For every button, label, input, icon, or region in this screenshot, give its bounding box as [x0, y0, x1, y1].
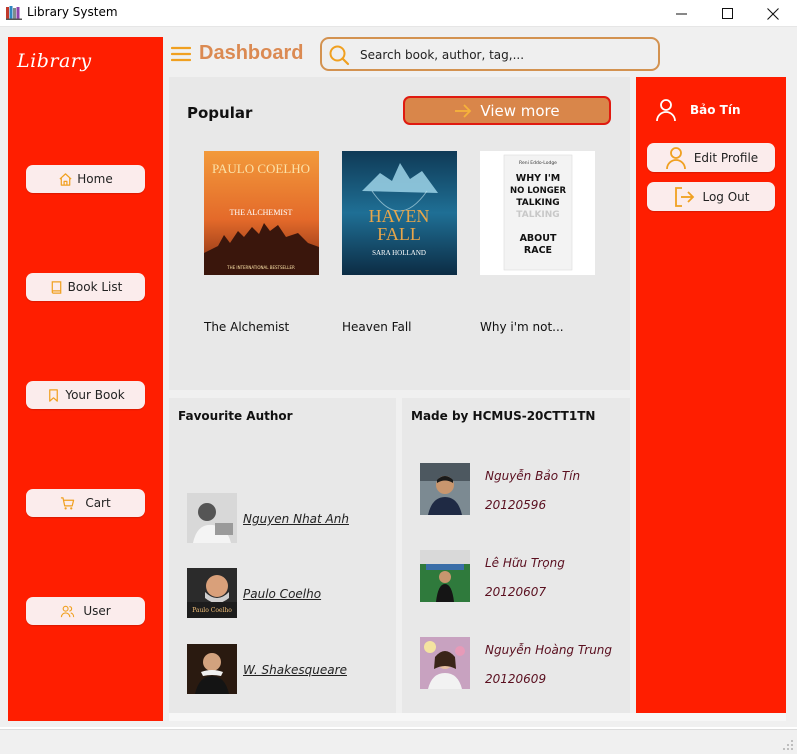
author-photo	[187, 644, 237, 694]
book-cover-image: PAULO COELHO THE ALCHEMIST THE INTERNATI…	[204, 151, 319, 275]
bottom-strip	[169, 713, 786, 721]
cover-line-4: ABOUT	[520, 233, 557, 244]
cover-author: Reni Eddo-Lodge	[519, 160, 557, 166]
member-photo	[420, 463, 470, 515]
user-panel: Bảo Tín Edit Profile Log Out	[636, 77, 786, 713]
book-cover-heaven-fall[interactable]: HAVEN FALL SARA HOLLAND	[342, 151, 457, 275]
favourite-author-heading: Favourite Author	[178, 409, 293, 423]
member-photo	[420, 637, 470, 689]
hamburger-menu-icon[interactable]	[171, 45, 191, 63]
user-icon	[656, 99, 676, 122]
arrow-right-icon	[455, 103, 472, 118]
author-link-nguyen-nhat-anh[interactable]: Nguyen Nhat Anh	[243, 512, 349, 526]
maximize-icon	[721, 8, 733, 19]
page-title: Dashboard	[199, 42, 304, 64]
book-title-heaven-fall[interactable]: Heaven Fall	[342, 320, 412, 334]
nav-cart-button[interactable]: Cart	[26, 489, 145, 517]
nav-your-book-label: Your Book	[65, 388, 125, 402]
book-title-why-im-not[interactable]: Why i'm not...	[480, 320, 564, 334]
author-photo: Paulo Coelho	[187, 568, 237, 618]
book-title-the-alchemist[interactable]: The Alchemist	[204, 320, 289, 334]
member-photo	[420, 550, 470, 602]
cover-title: THE ALCHEMIST	[230, 208, 293, 217]
bookmark-icon	[49, 388, 59, 402]
cover-title-1: HAVEN	[369, 206, 430, 226]
edit-profile-label: Edit Profile	[693, 150, 759, 165]
member-id: 20120609	[485, 672, 547, 686]
svg-text:Paulo Coelho: Paulo Coelho	[192, 607, 232, 614]
member-id: 20120596	[485, 498, 547, 512]
search-icon	[329, 45, 350, 66]
nav-user-button[interactable]: User	[26, 597, 145, 625]
member-name: Lê Hữu Trọng	[485, 556, 565, 570]
member-id: 20120607	[485, 585, 547, 599]
search-input[interactable]	[360, 45, 650, 65]
author-link-paulo-coelho[interactable]: Paulo Coelho	[243, 587, 321, 601]
nav-home-button[interactable]: Home	[26, 165, 145, 193]
author-link-w-shakesqueare[interactable]: W. Shakesqueare	[243, 663, 347, 677]
close-button[interactable]	[750, 0, 796, 27]
maximize-button[interactable]	[704, 0, 750, 27]
log-out-label: Log Out	[702, 189, 750, 204]
book-icon	[51, 280, 61, 294]
user-name: Bảo Tín	[690, 103, 741, 117]
logo-text: Library	[17, 50, 92, 72]
popular-panel: Popular View more PAULO COELHO THE ALCHE…	[169, 77, 630, 390]
nav-cart-label: Cart	[85, 496, 111, 510]
cover-line-2: NO LONGER	[510, 186, 567, 196]
view-more-label: View more	[480, 101, 560, 120]
nav-user-label: User	[83, 604, 111, 618]
resize-grip-icon[interactable]	[782, 739, 794, 751]
users-icon	[61, 605, 75, 617]
cover-line-1: WHY I'M	[516, 173, 561, 184]
nav-book-list-label: Book List	[67, 280, 123, 294]
author-photo	[187, 493, 237, 543]
view-more-button[interactable]: View more	[403, 96, 611, 125]
close-icon	[767, 7, 779, 20]
status-bar	[0, 729, 797, 754]
logout-icon	[675, 186, 695, 207]
book-cover-the-alchemist[interactable]: PAULO COELHO THE ALCHEMIST THE INTERNATI…	[204, 151, 319, 275]
cover-title-2: FALL	[377, 224, 421, 244]
book-cover-image: HAVEN FALL SARA HOLLAND	[342, 151, 457, 275]
sidebar: Library Home Book List Your Book Cart Us…	[8, 37, 163, 721]
favourite-author-panel: Favourite Author Nguyen Nhat Anh Paulo C…	[169, 398, 396, 713]
nav-book-list-button[interactable]: Book List	[26, 273, 145, 301]
nav-your-book-button[interactable]: Your Book	[26, 381, 145, 409]
title-bar: Library System	[0, 0, 797, 27]
cover-note: THE INTERNATIONAL BESTSELLER	[226, 265, 295, 270]
search-box[interactable]	[320, 37, 660, 71]
member-name: Nguyễn Bảo Tín	[485, 469, 581, 483]
made-by-heading: Made by HCMUS-20CTT1TN	[411, 409, 596, 423]
cover-author: SARA HOLLAND	[372, 249, 426, 257]
minimize-icon	[675, 13, 687, 15]
cover-line-5: RACE	[524, 245, 552, 256]
log-out-button[interactable]: Log Out	[647, 182, 775, 211]
nav-home-label: Home	[77, 172, 113, 186]
cart-icon	[61, 496, 75, 509]
user-profile-icon	[665, 146, 686, 169]
member-name: Nguyễn Hoàng Trung	[485, 643, 613, 657]
window-title: Library System	[27, 5, 118, 19]
popular-heading: Popular	[187, 104, 253, 122]
cover-line-3-shadow: TALKING	[516, 210, 559, 220]
home-icon	[59, 172, 72, 186]
minimize-button[interactable]	[658, 0, 704, 27]
app-books-icon	[6, 6, 22, 20]
cover-line-3: TALKING	[516, 198, 559, 208]
made-by-panel: Made by HCMUS-20CTT1TN Nguyễn Bảo Tín 20…	[402, 398, 630, 713]
book-cover-why-im-not[interactable]: Reni Eddo-Lodge WHY I'M NO LONGER TALKIN…	[480, 151, 595, 275]
cover-author: PAULO COELHO	[212, 161, 310, 176]
book-cover-image: Reni Eddo-Lodge WHY I'M NO LONGER TALKIN…	[480, 151, 595, 275]
edit-profile-button[interactable]: Edit Profile	[647, 143, 775, 172]
